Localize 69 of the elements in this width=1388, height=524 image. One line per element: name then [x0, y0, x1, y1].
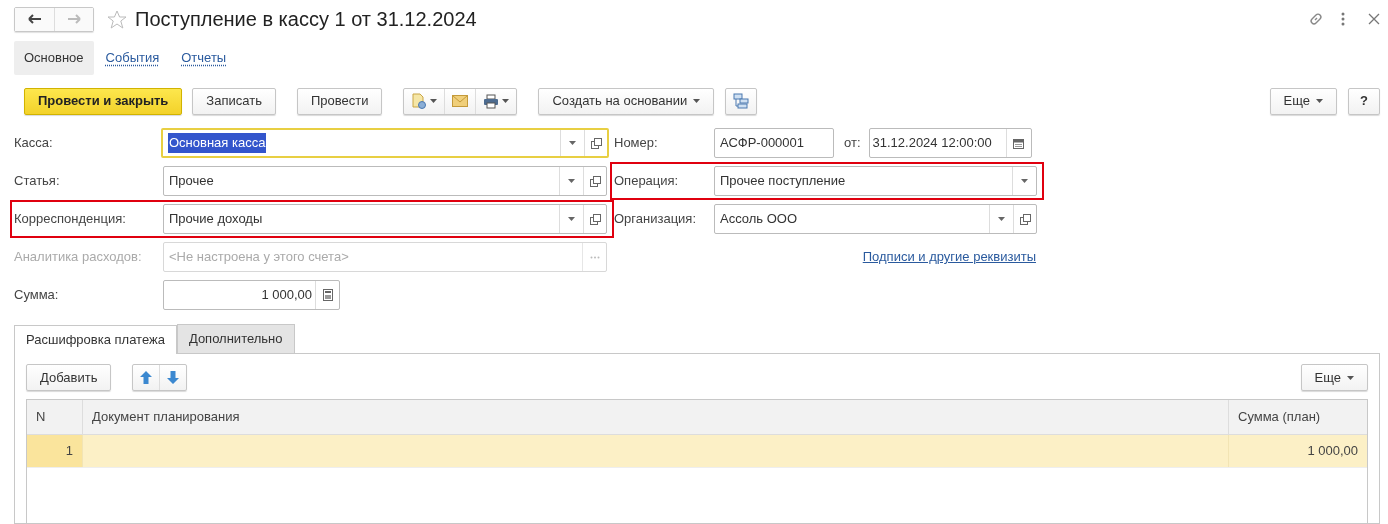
- more-button[interactable]: Еще: [1269, 87, 1338, 115]
- more-icon[interactable]: [1341, 12, 1345, 26]
- menu-button[interactable]: Создать на основании: [538, 87, 715, 115]
- date-field[interactable]: 31.12.2024 12:00:00: [868, 128, 1032, 158]
- dropdown-icon: [568, 217, 575, 221]
- field-label: Касса:: [14, 134, 54, 153]
- column-header[interactable]: Сумма (план): [1228, 400, 1367, 434]
- caret-icon: [1316, 99, 1324, 103]
- back-button[interactable]: [15, 7, 54, 31]
- link-icon[interactable]: [1308, 11, 1324, 27]
- field-label: Сумма:: [14, 286, 60, 305]
- caret-icon: [1347, 375, 1354, 380]
- dropdown-icon: [569, 141, 576, 145]
- structure-icon: [733, 93, 750, 109]
- amount-cell-text: 1 000,00: [1307, 442, 1358, 461]
- caret-icon: [693, 99, 701, 103]
- column-header[interactable]: Документ планирования: [82, 400, 1228, 434]
- calendar-icon: [1013, 137, 1024, 149]
- caret-icon: [430, 99, 438, 103]
- number-field[interactable]: АСФР-000001: [714, 128, 834, 158]
- window-title: Поступление в кассу 1 от 31.12.2024: [135, 7, 477, 32]
- field-label: Корреспонденция:: [14, 210, 127, 229]
- select-field[interactable]: Прочее поступление: [714, 166, 1037, 196]
- field-label: от:: [844, 134, 861, 153]
- toolbar-button[interactable]: Провести: [296, 87, 383, 115]
- details-link[interactable]: Подписи и другие реквизиты: [862, 247, 1036, 267]
- section-tab[interactable]: Отчеты: [171, 41, 237, 75]
- field-label: Организация:: [614, 210, 698, 229]
- field-label: Аналитика расходов:: [14, 248, 143, 267]
- dropdown-icon: [1021, 179, 1028, 183]
- open-icon: [1019, 213, 1031, 225]
- select-field[interactable]: Прочее: [163, 166, 607, 196]
- section-tab[interactable]: События: [95, 41, 170, 75]
- table-row[interactable]: 1 1 000,00: [27, 435, 1367, 468]
- arrow-up-icon: [140, 371, 153, 384]
- row-number: 1: [65, 442, 73, 461]
- back-arrow-icon: [27, 14, 42, 24]
- ellipsis-icon: [589, 255, 600, 259]
- open-icon: [590, 137, 602, 149]
- dropdown-icon: [568, 179, 575, 183]
- tab[interactable]: Дополнительно: [176, 324, 295, 353]
- column-header[interactable]: N: [27, 400, 82, 434]
- calculator-icon: [322, 289, 333, 301]
- printer-icon: [483, 93, 500, 109]
- field-label: Статья:: [14, 172, 61, 191]
- structure-button[interactable]: [725, 87, 758, 115]
- amount-field[interactable]: 1 000,00: [163, 280, 340, 310]
- section-tab[interactable]: Основное: [14, 41, 94, 75]
- open-icon: [589, 175, 601, 187]
- close-icon[interactable]: [1368, 13, 1380, 25]
- open-icon: [589, 213, 601, 225]
- select-field[interactable]: Ассоль ООО: [714, 204, 1037, 234]
- more-button[interactable]: Еще: [1300, 364, 1368, 391]
- select-field[interactable]: Прочие доходы: [163, 204, 607, 234]
- tab[interactable]: Расшифровка платежа: [14, 325, 177, 354]
- envelope-icon: [452, 95, 469, 107]
- add-button[interactable]: Добавить: [26, 364, 112, 391]
- field-label: Операция:: [614, 172, 680, 191]
- caret-icon: [502, 99, 510, 103]
- help-button[interactable]: ?: [1348, 87, 1380, 115]
- select-field[interactable]: Основная касса: [161, 128, 609, 158]
- field-label: Номер:: [614, 134, 659, 153]
- document-icon: [411, 93, 428, 109]
- forward-arrow-icon: [67, 14, 81, 24]
- star-icon[interactable]: [107, 9, 127, 29]
- toolbar-button[interactable]: Записать: [192, 87, 276, 115]
- dropdown-icon: [998, 217, 1005, 221]
- arrow-down-icon: [167, 371, 180, 384]
- post-close-button[interactable]: Провести и закрыть: [24, 87, 183, 115]
